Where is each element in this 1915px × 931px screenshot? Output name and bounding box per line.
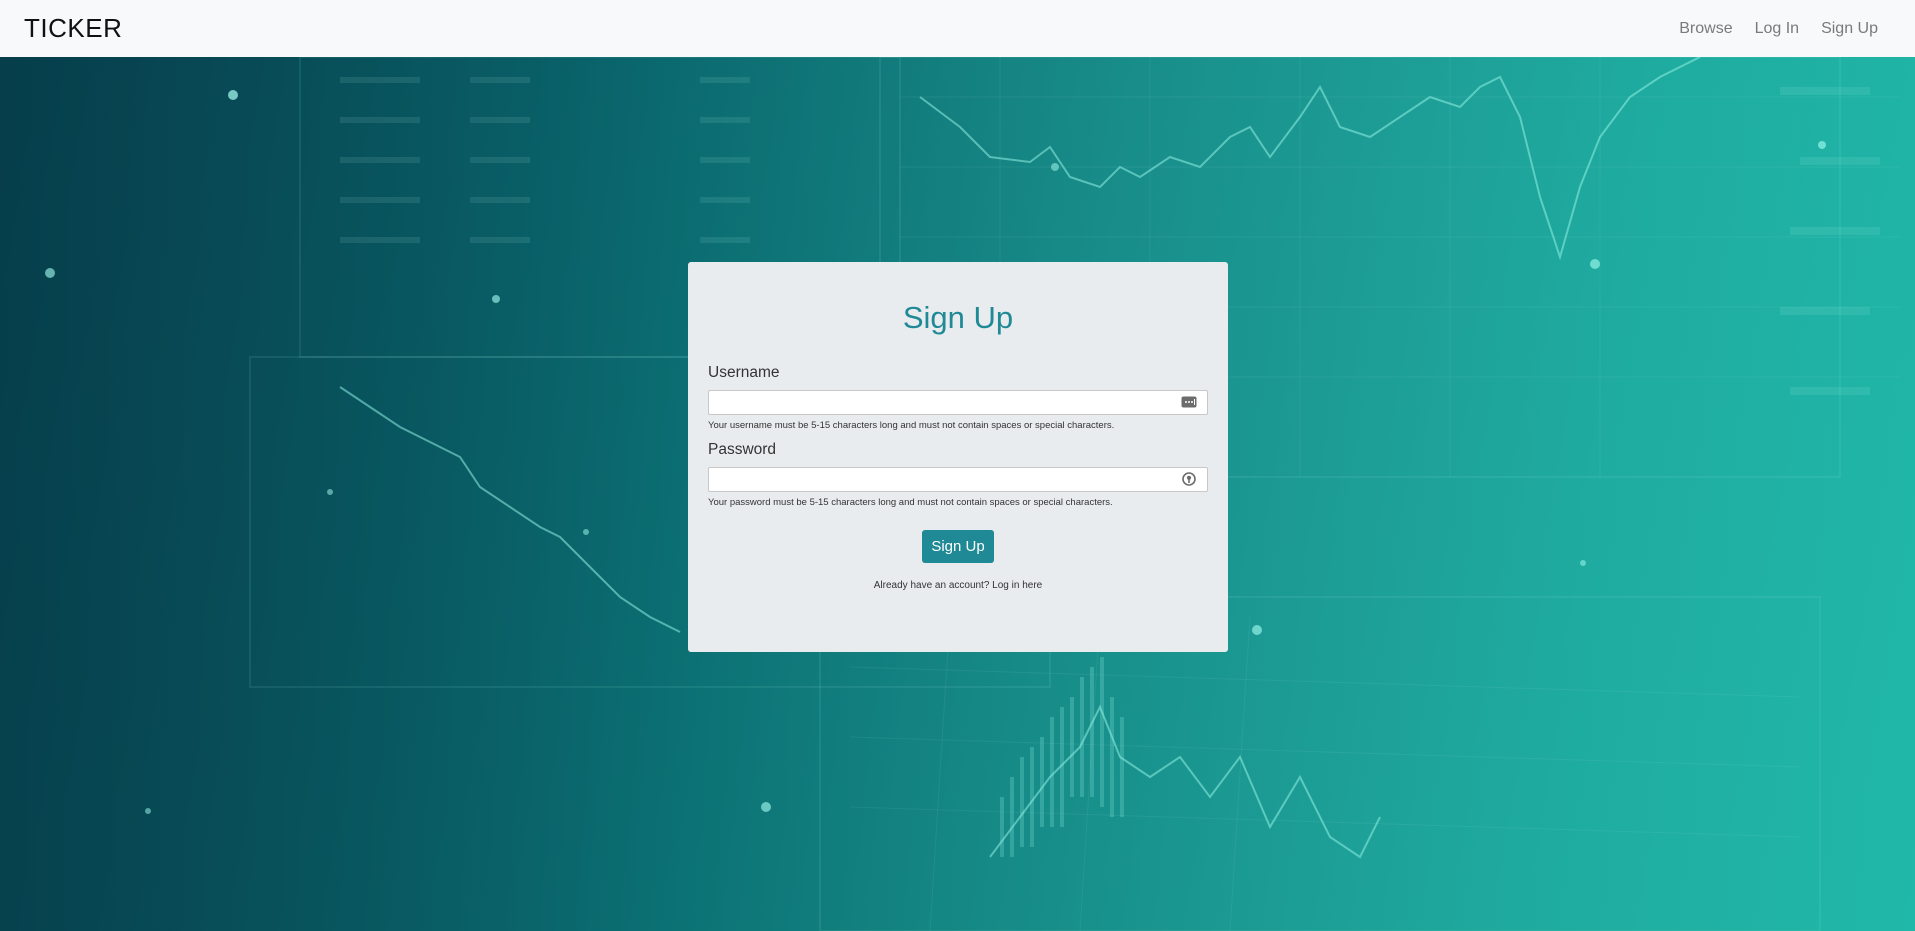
nav-link-login[interactable]: Log In — [1744, 20, 1810, 38]
nav-links: Browse Log In Sign Up — [1668, 20, 1891, 38]
nav-link-signup[interactable]: Sign Up — [1810, 20, 1891, 38]
key-icon[interactable] — [1181, 472, 1197, 486]
password-manager-icon[interactable] — [1181, 395, 1197, 409]
username-label: Username — [708, 364, 780, 381]
username-help-text: Your username must be 5-15 characters lo… — [708, 420, 1115, 431]
username-input-wrapper — [708, 390, 1208, 415]
nav-link-browse[interactable]: Browse — [1668, 20, 1743, 38]
signup-form-card: Sign Up Username Your username must be 5… — [688, 262, 1228, 652]
submit-row: Sign Up — [708, 530, 1208, 563]
form-title: Sign Up — [902, 300, 1014, 335]
password-input-wrapper — [708, 467, 1208, 492]
password-help-text: Your password must be 5-15 characters lo… — [708, 497, 1113, 508]
login-redirect-link[interactable]: Already have an account? Log in here — [708, 580, 1208, 591]
username-input[interactable] — [708, 390, 1208, 415]
navbar: TICKER Browse Log In Sign Up — [0, 0, 1915, 57]
password-input[interactable] — [708, 467, 1208, 492]
brand-logo[interactable]: TICKER — [24, 13, 122, 44]
signup-submit-button[interactable]: Sign Up — [922, 530, 994, 563]
password-label: Password — [708, 441, 777, 458]
